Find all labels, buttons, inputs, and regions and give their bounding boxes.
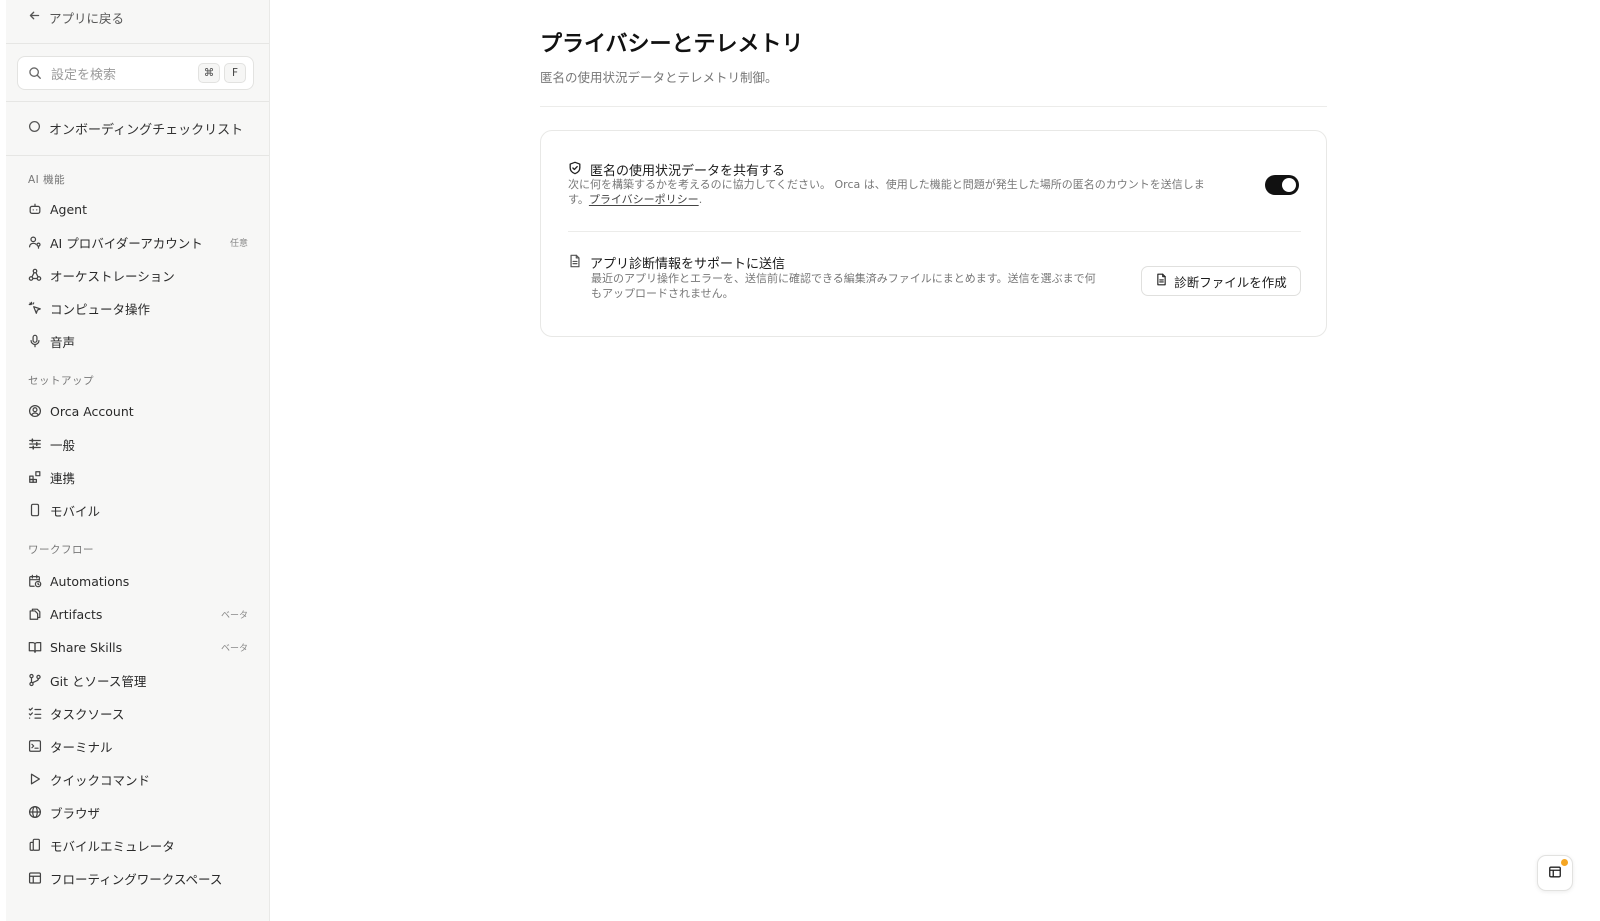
sidebar-item-computer-use[interactable]: コンピュータ操作 <box>28 297 248 319</box>
shortcut-key-cmd: ⌘ <box>198 63 220 83</box>
sidebar-item-agent[interactable]: Agent <box>28 198 248 220</box>
terminal-icon <box>28 739 42 753</box>
settings-search[interactable]: 設定を検索 ⌘ F <box>17 56 254 90</box>
sidebar-item-share-skills[interactable]: Share Skills ベータ <box>28 636 248 658</box>
files-icon <box>28 607 42 621</box>
sidebar-item-voice[interactable]: 音声 <box>28 330 248 352</box>
sidebar-item-floating-workspace[interactable]: フローティングワークスペース <box>28 867 248 889</box>
devices-icon <box>28 838 42 852</box>
shield-check-icon <box>568 161 590 179</box>
sidebar-item-browser[interactable]: ブラウザ <box>28 801 248 823</box>
back-link-label: アプリに戻る <box>49 10 125 26</box>
file-text-icon <box>1155 273 1168 289</box>
search-input[interactable]: 設定を検索 <box>51 64 194 83</box>
optional-badge: 任意 <box>229 238 248 249</box>
divider <box>540 106 1327 107</box>
sidebar-item-orchestration[interactable]: オーケストレーション <box>28 264 248 286</box>
section-label-workflow: ワークフロー <box>28 544 94 556</box>
back-to-app-link[interactable]: アプリに戻る <box>28 8 124 26</box>
sidebar-item-artifacts[interactable]: Artifacts ベータ <box>28 603 248 625</box>
sidebar-item-ai-provider[interactable]: AI プロバイダーアカウント 任意 <box>28 231 248 253</box>
sidebar-item-automations[interactable]: Automations <box>28 570 248 592</box>
diagnostics-desc-line: もアップロードされません。 <box>591 287 734 300</box>
divider <box>6 43 269 44</box>
privacy-settings-card: 匿名の使用状況データを共有する 次に何を構築するかを考えるのに協力してください。… <box>540 130 1327 337</box>
user-key-icon <box>28 235 42 249</box>
diagnostics-description: 最近のアプリ操作とエラーを、送信前に確認できる編集済みファイルにまとめます。送信… <box>591 271 1131 301</box>
telemetry-desc-line: す。プライバシーポリシー. <box>568 193 703 206</box>
workflow-icon <box>28 268 42 282</box>
section-label-setup: セットアップ <box>28 375 94 387</box>
sidebar-item-quick-commands[interactable]: クイックコマンド <box>28 768 248 790</box>
page-subtitle: 匿名の使用状況データとテレメトリ制御。 <box>540 70 778 85</box>
privacy-policy-link[interactable]: プライバシーポリシー <box>589 193 699 206</box>
layout-icon <box>28 871 42 885</box>
onboarding-label: オンボーディングチェックリスト <box>49 122 244 138</box>
sidebar-item-task-sources[interactable]: タスクソース <box>28 702 248 724</box>
floating-workspace-button[interactable] <box>1537 855 1573 891</box>
arrow-left-icon <box>28 9 41 25</box>
sidebar-item-integrations[interactable]: 連携 <box>28 466 248 488</box>
divider <box>6 101 269 102</box>
sidebar-item-general[interactable]: 一般 <box>28 433 248 455</box>
book-open-icon <box>28 640 42 654</box>
telemetry-description: 次に何を構築するかを考えるのに協力してください。 Orca は、使用した機能と問… <box>568 177 1238 207</box>
create-diagnostics-label: 診断ファイルを作成 <box>1174 274 1287 290</box>
toggle-knob <box>1282 178 1296 192</box>
globe-icon <box>28 805 42 819</box>
layout-icon <box>1548 864 1562 883</box>
shortcut-key-f: F <box>224 63 246 83</box>
file-text-icon <box>568 254 590 272</box>
section-label-ai: AI 機能 <box>28 174 66 186</box>
sidebar-item-terminal[interactable]: ターミナル <box>28 735 248 757</box>
sidebar-item-orca-account[interactable]: Orca Account <box>28 400 248 422</box>
diagnostics-desc-line: 最近のアプリ操作とエラーを、送信前に確認できる編集済みファイルにまとめます。送信… <box>591 272 1096 285</box>
play-icon <box>28 772 42 786</box>
notification-dot <box>1561 859 1568 866</box>
smartphone-icon <box>28 503 42 517</box>
user-circle-icon <box>28 404 42 418</box>
beta-badge: ベータ <box>220 610 248 621</box>
list-checks-icon <box>28 706 42 720</box>
git-branch-icon <box>28 673 42 687</box>
page-title: プライバシーとテレメトリ <box>540 32 804 57</box>
telemetry-desc-line: 次に何を構築するかを考えるのに協力してください。 Orca は、使用した機能と問… <box>568 178 1205 191</box>
search-icon <box>28 66 42 80</box>
onboarding-checklist-link[interactable]: オンボーディングチェックリスト <box>28 118 243 138</box>
blocks-icon <box>28 470 42 484</box>
divider <box>6 155 269 156</box>
calendar-clock-icon <box>28 574 42 588</box>
sidebar-item-mobile-emulator[interactable]: モバイルエミュレータ <box>28 834 248 856</box>
bot-icon <box>28 202 42 216</box>
diagnostics-title-label: アプリ診断情報をサポートに送信 <box>590 257 786 272</box>
sidebar-item-mobile[interactable]: モバイル <box>28 499 248 521</box>
settings-main: プライバシーとテレメトリ 匿名の使用状況データとテレメトリ制御。 匿名の使用状況… <box>270 0 1600 921</box>
sidebar-item-git[interactable]: Git とソース管理 <box>28 669 248 691</box>
telemetry-toggle[interactable] <box>1265 175 1299 195</box>
cursor-click-icon <box>28 301 42 315</box>
settings-sidebar: アプリに戻る 設定を検索 ⌘ F オンボーディングチェックリスト AI 機能 A… <box>6 0 270 921</box>
divider <box>568 231 1301 232</box>
create-diagnostics-button[interactable]: 診断ファイルを作成 <box>1141 266 1301 296</box>
beta-badge: ベータ <box>220 643 248 654</box>
diagnostics-setting-title: アプリ診断情報をサポートに送信 <box>568 253 785 272</box>
sliders-icon <box>28 437 42 451</box>
progress-ring-icon <box>28 120 41 137</box>
microphone-icon <box>28 334 42 348</box>
